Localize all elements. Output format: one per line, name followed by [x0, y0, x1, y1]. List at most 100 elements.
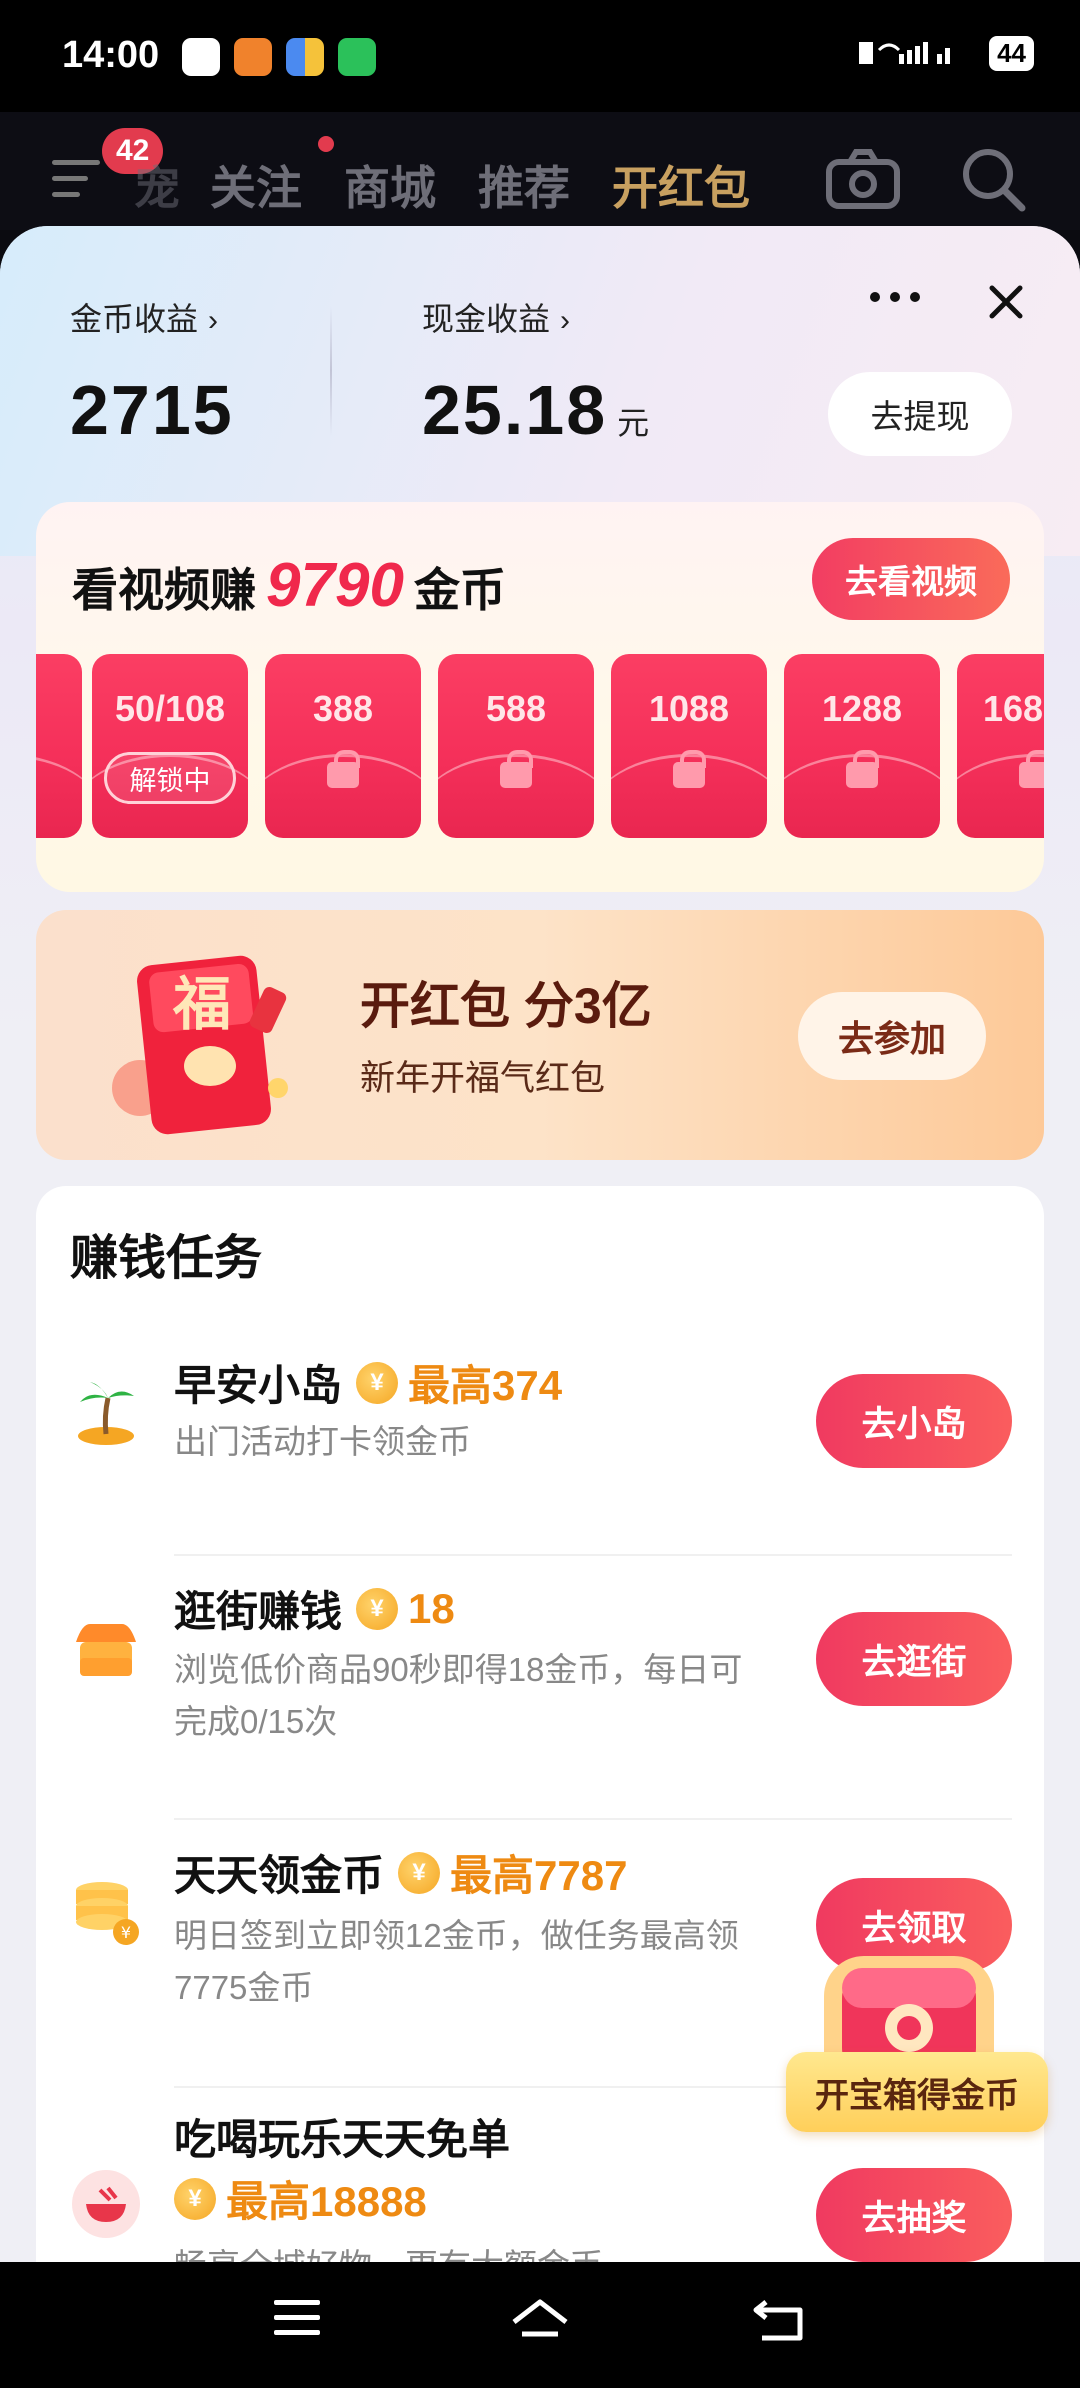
status-time: 14:00: [62, 34, 160, 76]
tab-pet[interactable]: 宠: [134, 152, 180, 218]
menu-icon[interactable]: [52, 160, 100, 200]
packet-item[interactable]: 1088: [611, 654, 767, 838]
fortune-red-packet-icon: 福: [112, 955, 288, 1135]
lock-icon: [846, 750, 879, 788]
packet-value: 588: [485, 688, 547, 729]
cash-earnings-label: 现金收益: [422, 301, 551, 337]
packet-status: 解锁中: [104, 752, 236, 804]
packet-value: 50/108: [114, 688, 226, 729]
coin-earnings-value: 2715: [70, 371, 234, 449]
open-chest-label[interactable]: 开宝箱得金币: [786, 2052, 1048, 2132]
tab-follow[interactable]: 关注: [210, 152, 302, 218]
tab-bar: 宠 关注 商城 推荐 开红包: [134, 152, 750, 218]
divider: [330, 306, 332, 436]
packet-item[interactable]: 388: [265, 654, 421, 838]
more-icon[interactable]: [870, 292, 920, 302]
lock-icon: [327, 750, 360, 788]
shop-icon: [76, 1624, 136, 1676]
tab-recommend[interactable]: 推荐: [478, 152, 570, 218]
lock-icon: [500, 750, 533, 788]
packet-completed: [36, 654, 82, 838]
coin-stack-icon: ¥: [76, 1882, 139, 1945]
status-right: 44: [859, 36, 1034, 71]
cash-earnings[interactable]: 现金收益 › 25.18 元: [422, 294, 651, 450]
task-name: 天天领金币: [174, 1852, 385, 1899]
coin-icon: ¥: [398, 1851, 441, 1894]
phone-app-icon: [234, 38, 272, 76]
earnings-header: 金币收益 › 2715 现金收益 › 25.18 元 去提现: [0, 226, 1080, 516]
coin-icon: ¥: [356, 1361, 399, 1404]
video-title-amount: 9790: [266, 551, 404, 620]
back-icon[interactable]: [752, 2296, 808, 2346]
task-reward-row: ¥ 最高18888: [160, 2168, 427, 2229]
task-name: 吃喝玩乐天天免单: [174, 2116, 511, 2163]
battery-indicator: 44: [989, 36, 1034, 71]
status-bar: 14:00 44: [0, 0, 1080, 112]
packet-item[interactable]: 50/108 解锁中: [92, 654, 248, 838]
menu-icon[interactable]: [272, 2296, 324, 2340]
lottery-button[interactable]: 去抽奖: [816, 2168, 1012, 2262]
coin-glyph: ¥: [121, 1923, 131, 1942]
task-reward: 最高18888: [226, 2178, 427, 2225]
coin-icon: ¥: [174, 2177, 216, 2220]
join-button[interactable]: 去参加: [798, 992, 986, 1080]
chevron-right-icon: ›: [208, 304, 219, 337]
task-name-row: 逛街赚钱 ¥ 18: [174, 1578, 455, 1639]
watch-video-button[interactable]: 去看视频: [812, 538, 1010, 620]
go-island-button[interactable]: 去小岛: [816, 1374, 1012, 1468]
packet-value: 1088: [648, 688, 730, 729]
coin-earnings[interactable]: 金币收益 › 2715: [70, 294, 234, 450]
task-item: 早安小岛 ¥ 最高374 出门活动打卡领金币 去小岛: [36, 1336, 1044, 1556]
tab-red-packet[interactable]: 开红包: [612, 152, 750, 218]
tab-follow-dot: [318, 136, 334, 152]
packet-item[interactable]: 168: [957, 654, 1044, 838]
video-earn-title: 看视频赚 9790 金币: [72, 550, 506, 621]
fortune-glyph: 福: [172, 970, 231, 1038]
task-reward: 最高7787: [450, 1852, 628, 1899]
task-name: 逛街赚钱: [174, 1588, 343, 1635]
island-icon: [78, 1382, 134, 1445]
go-shopping-button[interactable]: 去逛街: [816, 1612, 1012, 1706]
task-description: 出门活动打卡领金币: [174, 1423, 471, 1460]
task-description: 明日签到立即领12金币，做任务最高领7775金币: [174, 1917, 739, 2006]
cash-earnings-value: 25.18: [422, 371, 608, 449]
video-title-prefix: 看视频赚: [72, 564, 256, 616]
task-reward: 最高374: [408, 1362, 563, 1409]
task-name: 早安小岛: [174, 1362, 343, 1409]
task-name-row: 早安小岛 ¥ 最高374: [174, 1352, 562, 1413]
camera-icon[interactable]: [826, 148, 900, 210]
task-reward: 18: [408, 1584, 455, 1632]
task-description: 畅享全城好物，更有大额金币: [174, 2240, 774, 2262]
chevron-right-icon: ›: [560, 304, 571, 337]
search-icon[interactable]: [960, 146, 1028, 214]
packet-item[interactable]: 1288: [784, 654, 940, 838]
coin-icon: ¥: [356, 1587, 399, 1630]
packet-item[interactable]: 588: [438, 654, 594, 838]
withdraw-button[interactable]: 去提现: [828, 372, 1012, 456]
video-title-suffix: 金币: [413, 564, 506, 616]
packet-value: 388: [312, 688, 374, 729]
signal-icon: [859, 41, 951, 64]
close-icon[interactable]: [984, 280, 1028, 324]
task-item: 逛街赚钱 ¥ 18 浏览低价商品90秒即得18金币，每日可完成0/15次 去逛街: [36, 1556, 1044, 1820]
bowl-icon: [72, 2170, 140, 2238]
promo-subtitle: 新年开福气红包: [360, 1059, 606, 1098]
lock-icon: [1019, 750, 1044, 788]
video-earn-card: 看视频赚 9790 金币 去看视频 50/108 解锁中 388 588 108…: [36, 502, 1044, 892]
tasks-title: 赚钱任务: [70, 1232, 263, 1285]
cash-unit: 元: [617, 405, 652, 441]
home-icon[interactable]: [508, 2296, 572, 2346]
tab-mall[interactable]: 商城: [344, 152, 436, 218]
notification-icons: [182, 38, 376, 76]
packet-value: 1288: [821, 688, 903, 729]
lock-icon: [673, 750, 706, 788]
promo-title: 开红包 分3亿: [360, 978, 652, 1034]
call-app-icon: [338, 38, 376, 76]
files-app-icon: [286, 38, 324, 76]
system-nav-bar: [0, 2262, 1080, 2388]
packet-row[interactable]: 50/108 解锁中 388 588 1088 1288 168: [36, 654, 1044, 840]
coin-earnings-label: 金币收益: [70, 301, 199, 337]
new-year-promo-banner[interactable]: 福 开红包 分3亿 新年开福气红包 去参加: [36, 910, 1044, 1160]
task-description: 浏览低价商品90秒即得18金币，每日可完成0/15次: [174, 1651, 743, 1740]
top-nav: 42 宠 关注 商城 推荐 开红包: [0, 112, 1080, 230]
